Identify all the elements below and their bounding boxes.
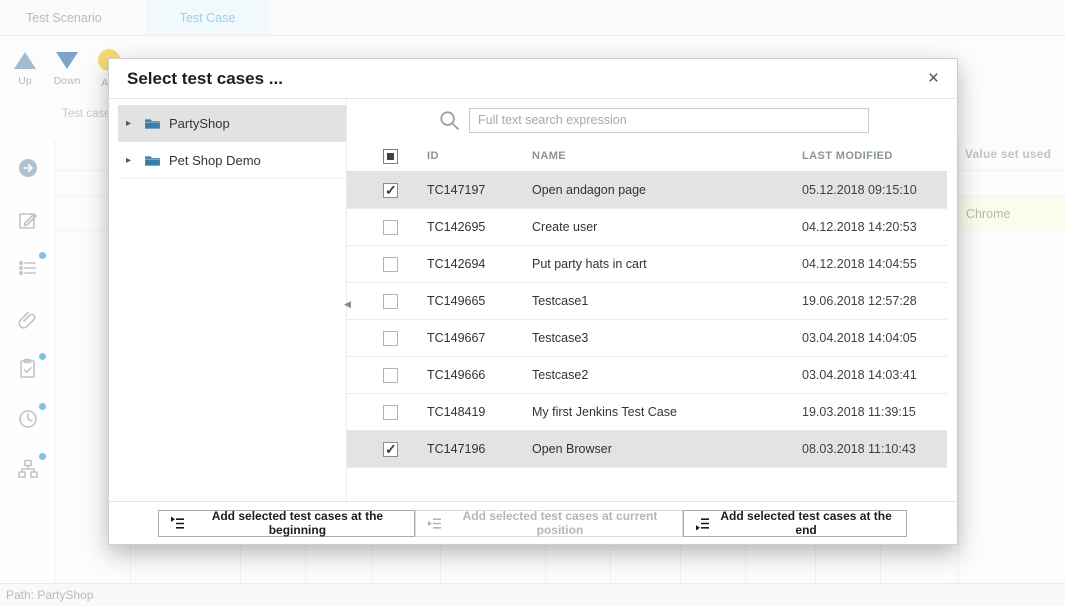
- test-case-id: TC148419: [427, 405, 532, 419]
- test-case-modified: 04.12.2018 14:04:55: [802, 257, 947, 271]
- add-at-beginning-button[interactable]: Add selected test cases at the beginning: [158, 510, 415, 537]
- test-case-panel: ID NAME LAST MODIFIED TC147197 Open anda…: [346, 99, 957, 501]
- row-checkbox[interactable]: [383, 294, 398, 309]
- close-icon[interactable]: ×: [928, 69, 939, 88]
- test-case-name: Testcase3: [532, 331, 802, 345]
- search-row: [347, 99, 957, 141]
- test-case-modified: 04.12.2018 14:20:53: [802, 220, 947, 234]
- test-case-row[interactable]: TC142695 Create user 04.12.2018 14:20:53: [347, 209, 947, 246]
- row-checkbox[interactable]: [383, 220, 398, 235]
- test-case-row[interactable]: TC147196 Open Browser 08.03.2018 11:10:4…: [347, 431, 947, 468]
- dialog-header: Select test cases ... ×: [109, 59, 957, 99]
- tree-folder-item[interactable]: ▸ PartyShop: [118, 105, 346, 142]
- add-at-end-icon: [695, 516, 710, 531]
- folder-name: PartyShop: [169, 116, 230, 131]
- caret-icon: ▸: [126, 118, 136, 129]
- select-all-checkbox[interactable]: [383, 149, 398, 164]
- test-case-id: TC149665: [427, 294, 532, 308]
- test-case-modified: 03.04.2018 14:03:41: [802, 368, 947, 382]
- test-case-id: TC142695: [427, 220, 532, 234]
- test-case-row[interactable]: TC148419 My first Jenkins Test Case 19.0…: [347, 394, 947, 431]
- row-checkbox[interactable]: [383, 442, 398, 457]
- test-case-name: Open andagon page: [532, 183, 802, 197]
- add-at-beginning-icon: [170, 516, 185, 531]
- test-case-modified: 05.12.2018 09:15:10: [802, 183, 947, 197]
- test-case-modified: 19.03.2018 11:39:15: [802, 405, 947, 419]
- add-at-current-position-icon: [427, 516, 442, 531]
- test-case-name: Create user: [532, 220, 802, 234]
- test-case-row[interactable]: TC149666 Testcase2 03.04.2018 14:03:41: [347, 357, 947, 394]
- row-checkbox[interactable]: [383, 368, 398, 383]
- id-column-header: ID: [427, 150, 532, 162]
- test-case-id: TC149667: [427, 331, 532, 345]
- modified-column-header: LAST MODIFIED: [802, 150, 947, 162]
- test-case-modified: 08.03.2018 11:10:43: [802, 442, 947, 456]
- button-label: Add selected test cases at the beginning: [192, 509, 403, 537]
- test-case-name: My first Jenkins Test Case: [532, 405, 802, 419]
- test-case-row[interactable]: TC142694 Put party hats in cart 04.12.20…: [347, 246, 947, 283]
- add-at-current-position-button[interactable]: Add selected test cases at current posit…: [415, 510, 683, 537]
- button-label: Add selected test cases at the end: [717, 509, 895, 537]
- test-case-id: TC147196: [427, 442, 532, 456]
- test-case-modified: 19.06.2018 12:57:28: [802, 294, 947, 308]
- test-case-id: TC142694: [427, 257, 532, 271]
- button-label: Add selected test cases at current posit…: [449, 509, 671, 537]
- caret-icon: ▸: [126, 155, 136, 166]
- test-case-row[interactable]: TC147197 Open andagon page 05.12.2018 09…: [347, 172, 947, 209]
- table-header: ID NAME LAST MODIFIED: [347, 141, 947, 172]
- test-case-row[interactable]: TC149665 Testcase1 19.06.2018 12:57:28: [347, 283, 947, 320]
- test-case-name: Testcase2: [532, 368, 802, 382]
- folder-name: Pet Shop Demo: [169, 153, 261, 168]
- search-icon: [439, 110, 460, 131]
- row-checkbox[interactable]: [383, 183, 398, 198]
- select-test-cases-dialog: Select test cases ... × ▸ PartyShop ▸ Pe…: [108, 58, 958, 545]
- row-checkbox[interactable]: [383, 257, 398, 272]
- collapse-panel-icon[interactable]: ◀: [341, 299, 354, 310]
- folder-tree: ▸ PartyShop ▸ Pet Shop Demo: [109, 99, 346, 501]
- test-case-list: TC147197 Open andagon page 05.12.2018 09…: [347, 172, 957, 468]
- row-checkbox[interactable]: [383, 405, 398, 420]
- row-checkbox[interactable]: [383, 331, 398, 346]
- dialog-title: Select test cases ...: [127, 69, 928, 89]
- test-case-id: TC149666: [427, 368, 532, 382]
- test-case-name: Put party hats in cart: [532, 257, 802, 271]
- folder-icon: [144, 117, 161, 130]
- dialog-footer: Add selected test cases at the beginning…: [109, 501, 957, 544]
- add-at-end-button[interactable]: Add selected test cases at the end: [683, 510, 907, 537]
- test-case-name: Open Browser: [532, 442, 802, 456]
- name-column-header: NAME: [532, 150, 802, 162]
- folder-icon: [144, 154, 161, 167]
- test-case-name: Testcase1: [532, 294, 802, 308]
- test-case-row[interactable]: TC149667 Testcase3 03.04.2018 14:04:05: [347, 320, 947, 357]
- dialog-body: ▸ PartyShop ▸ Pet Shop Demo ◀: [109, 99, 957, 501]
- test-case-id: TC147197: [427, 183, 532, 197]
- tree-folder-item[interactable]: ▸ Pet Shop Demo: [118, 142, 346, 179]
- search-input[interactable]: [469, 108, 869, 133]
- test-case-modified: 03.04.2018 14:04:05: [802, 331, 947, 345]
